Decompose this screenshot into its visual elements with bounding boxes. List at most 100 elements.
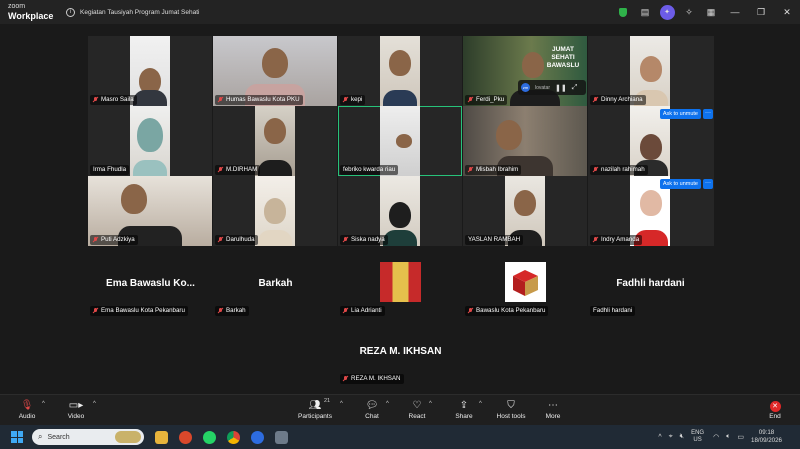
video-tile[interactable]: Ask to unmute ··· Indry Amanda xyxy=(588,176,714,246)
participant-name: REZA M. IKHSAN xyxy=(340,374,404,384)
meeting-info[interactable]: i Kegiatan Tausiyah Program Jumat Sehati xyxy=(66,7,199,17)
tray-chevron-icon[interactable]: ^ xyxy=(658,434,661,441)
participant-name: Dinny Archiana xyxy=(590,95,646,105)
title-bar: zoom Workplace i Kegiatan Tausiyah Progr… xyxy=(0,0,800,24)
participants-count: 21 xyxy=(324,398,331,404)
profile-photo xyxy=(380,262,421,302)
participant-name: Misbah Ibrahim xyxy=(465,165,522,175)
restore-icon[interactable]: ❐ xyxy=(748,0,774,24)
participant-name: Ferdi_Pku xyxy=(465,95,508,105)
battery-icon[interactable]: ▭ xyxy=(737,433,744,441)
profile-avatar[interactable]: ✦ xyxy=(656,0,678,24)
windows-start-icon[interactable] xyxy=(11,431,23,443)
display-name: Ema Bawaslu Ko... xyxy=(106,278,195,289)
security-shield-icon[interactable] xyxy=(612,0,634,24)
taskbar-search[interactable]: ⌕ Search xyxy=(32,429,144,445)
event-banner: JUMAT SEHATI BAWASLU xyxy=(546,46,580,69)
muted-mic-icon xyxy=(218,308,223,314)
muted-mic-icon xyxy=(343,97,348,103)
store-app-icon[interactable] xyxy=(179,430,192,444)
participants-options-chevron-icon[interactable]: ^ xyxy=(340,401,343,407)
audio-button[interactable]: 🎙︎ Audio xyxy=(7,399,47,423)
muted-mic-icon xyxy=(593,167,598,173)
muted-mic-icon xyxy=(218,167,223,173)
muted-mic-icon xyxy=(593,97,598,103)
avatar-tile[interactable]: Barkah Barkah xyxy=(213,260,338,318)
video-options-chevron-icon[interactable]: ^ xyxy=(93,401,96,407)
muted-microphone-icon: 🎙︎ xyxy=(20,400,34,411)
avatar-tile[interactable]: Bawaslu Kota Pekanbaru xyxy=(463,260,588,318)
host-tools-button[interactable]: ⛉ Host tools xyxy=(490,399,532,423)
zoom-window: zoom Workplace i Kegiatan Tausiyah Progr… xyxy=(0,0,800,449)
floating-video-controls[interactable]: zm lovatar ❚❚ ⤢ xyxy=(518,80,586,95)
audio-options-chevron-icon[interactable]: ^ xyxy=(42,401,45,407)
video-tile[interactable]: M.DIRHAM xyxy=(213,106,337,176)
expand-icon[interactable]: ⤢ xyxy=(572,84,578,92)
info-icon[interactable]: i xyxy=(66,7,75,17)
wifi-icon[interactable]: ◠ xyxy=(713,433,719,441)
zoom-badge-icon: zm xyxy=(521,83,530,92)
display-name: Barkah xyxy=(258,278,293,289)
video-tile[interactable]: YASLAN RAMBAH xyxy=(463,176,587,246)
video-tile[interactable]: Siska nadya xyxy=(338,176,462,246)
taskbar-clock[interactable]: 09:18 18/09/2026 xyxy=(751,429,782,445)
end-call-icon: ✕ xyxy=(769,401,781,412)
view-grid-icon[interactable]: ▦ xyxy=(700,0,722,24)
video-tile[interactable]: Irma Fhudla xyxy=(88,106,212,176)
participant-name: Darulhuda xyxy=(215,235,258,245)
meeting-stage: Masro Saila Humas Bawaslu Kota PKU kepi … xyxy=(0,24,800,394)
whatsapp-icon[interactable] xyxy=(203,430,216,444)
zoom-logo: zoom Workplace xyxy=(0,3,60,21)
location-icon[interactable]: ⌖ xyxy=(669,433,673,441)
participant-name: Puti Adzkiya xyxy=(90,235,138,245)
avatar-tile[interactable]: Fadhli hardani Fadhli hardani xyxy=(588,260,713,318)
settings-icon[interactable] xyxy=(275,430,288,444)
video-tile[interactable]: Ask to unmute ··· nazilah rahimah xyxy=(588,106,714,176)
avatar-tile[interactable]: Ema Bawaslu Ko... Ema Bawaslu Kota Pekan… xyxy=(88,260,213,318)
participant-name: kepi xyxy=(340,95,366,105)
zoom-taskbar-icon[interactable] xyxy=(251,430,264,444)
language-indicator[interactable]: ENG US xyxy=(691,430,704,444)
ai-companion-icon[interactable]: ✧ xyxy=(678,0,700,24)
participant-name: febriko kwarda riau xyxy=(340,165,399,175)
video-tile[interactable]: Dinny Archiana xyxy=(588,36,714,106)
avatar-tile[interactable]: Lia Adrianti xyxy=(338,260,463,318)
title-bar-actions: ▤ ✦ ✧ ▦ — ❐ ✕ xyxy=(612,0,800,24)
avatar-tile[interactable]: REZA M. IKHSAN REZA M. IKHSAN xyxy=(338,328,463,386)
share-button[interactable]: ⇪ Share xyxy=(444,399,484,423)
file-explorer-icon[interactable] xyxy=(155,430,168,444)
close-icon[interactable]: ✕ xyxy=(774,0,800,24)
more-button[interactable]: ⋯ More xyxy=(533,399,573,423)
react-options-chevron-icon[interactable]: ^ xyxy=(429,401,432,407)
tile-more-button[interactable]: ··· xyxy=(703,179,713,189)
video-tile[interactable]: Misbah Ibrahim xyxy=(463,106,587,176)
notes-icon[interactable]: ▤ xyxy=(634,0,656,24)
display-name: Fadhli hardani xyxy=(616,278,685,289)
video-tile[interactable]: Puti Adzkiya xyxy=(88,176,212,246)
muted-mic-icon xyxy=(93,97,98,103)
video-tile[interactable]: Darulhuda xyxy=(213,176,337,246)
minimize-icon[interactable]: — xyxy=(722,0,748,24)
participant-name: Masro Saila xyxy=(90,95,137,105)
pause-icon[interactable]: ❚❚ xyxy=(555,84,567,92)
video-tile[interactable]: JUMAT SEHATI BAWASLU Ferdi_Pku xyxy=(463,36,587,106)
ask-to-unmute-button[interactable]: Ask to unmute xyxy=(659,109,701,119)
speaker-mute-icon[interactable]: 🔇︎ xyxy=(680,433,684,441)
volume-icon[interactable]: 🔈︎ xyxy=(726,433,730,441)
ask-to-unmute-button[interactable]: Ask to unmute xyxy=(659,179,701,189)
video-tile[interactable]: Humas Bawaslu Kota PKU xyxy=(213,36,337,106)
end-meeting-button[interactable]: ✕ End xyxy=(755,399,795,423)
muted-mic-icon xyxy=(343,237,348,243)
active-speaker-tile[interactable]: febriko kwarda riau xyxy=(338,106,462,176)
tile-more-button[interactable]: ··· xyxy=(703,109,713,119)
muted-mic-icon xyxy=(468,97,473,103)
video-tile[interactable]: kepi xyxy=(338,36,462,106)
chat-options-chevron-icon[interactable]: ^ xyxy=(386,401,389,407)
share-options-chevron-icon[interactable]: ^ xyxy=(479,401,482,407)
video-button[interactable]: ▭▸ Video xyxy=(56,399,96,423)
muted-mic-icon xyxy=(93,237,98,243)
video-tile[interactable]: Masro Saila xyxy=(88,36,212,106)
muted-mic-icon xyxy=(468,308,473,314)
participant-name: Indry Amanda xyxy=(590,235,643,245)
chrome-icon[interactable] xyxy=(227,430,240,444)
